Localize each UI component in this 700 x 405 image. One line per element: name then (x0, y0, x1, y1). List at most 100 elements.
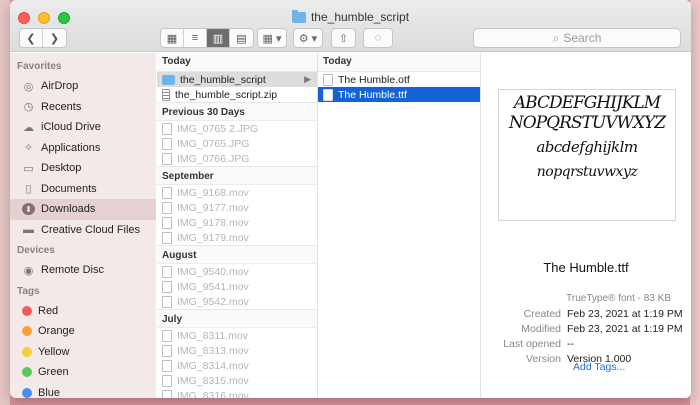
metadata-last-opened: Last opened -- (481, 338, 691, 353)
share-button[interactable]: ⇧ (331, 28, 356, 48)
file-row[interactable]: IMG_9540.mov (157, 264, 317, 279)
window-title: the_humble_script (10, 9, 691, 24)
add-tags-link[interactable]: Add Tags... (573, 361, 625, 373)
sidebar-item[interactable]: ▭ Desktop (10, 158, 156, 179)
metadata-created: Created Feb 23, 2021 at 1:19 PM (481, 308, 691, 323)
file-name: IMG_0765 2.JPG (177, 122, 259, 135)
disc-icon: ◉ (23, 264, 34, 277)
forward-button[interactable]: ❯ (43, 29, 66, 47)
file-name: IMG_9177.mov (177, 201, 249, 214)
metadata-key: Version (525, 353, 561, 365)
metadata-value: -- (567, 338, 574, 350)
sidebar-item[interactable]: ◎ AirDrop (10, 76, 156, 97)
file-row-selected[interactable]: The Humble.ttf (318, 87, 480, 102)
file-name: IMG_8313.mov (177, 344, 249, 357)
group-header-august: August (157, 245, 317, 264)
airdrop-icon: ◎ (23, 80, 34, 93)
sidebar-item[interactable]: ◷ Recents (10, 97, 156, 118)
sidebar-tag[interactable]: Yellow (10, 342, 156, 363)
file-row[interactable]: The Humble.otf (318, 72, 480, 87)
metadata-value: Feb 23, 2021 at 1:19 PM (567, 308, 683, 320)
sidebar-item[interactable]: ⬇ Downloads (10, 199, 156, 220)
file-row[interactable]: IMG_9168.mov (157, 185, 317, 200)
sidebar-tag[interactable]: Orange (10, 321, 156, 342)
search-placeholder: Search (563, 31, 602, 45)
file-row[interactable]: IMG_0765 2.JPG (157, 121, 317, 136)
file-icon (162, 295, 172, 308)
file-row[interactable]: IMG_9542.mov (157, 294, 317, 309)
navigation-buttons: ❮ ❯ (19, 28, 67, 48)
file-icon (162, 201, 172, 214)
column-view-button[interactable]: ▥ (207, 29, 230, 47)
sidebar-item-label: Applications (41, 141, 101, 154)
group-button[interactable]: ▦ ▾ (257, 28, 287, 48)
desktop-icon: ▭ (23, 162, 34, 175)
font-sample-uppercase-2: NOPQRSTUVWXYZ (508, 112, 666, 133)
gallery-view-button[interactable]: ▤ (230, 29, 253, 47)
file-name: IMG_8311.mov (177, 329, 249, 342)
tag-color-dot (22, 305, 32, 316)
file-name: IMG_8316.mov (177, 389, 249, 399)
icon-view-button[interactable]: ▦ (161, 29, 184, 47)
file-row[interactable]: IMG_8315.mov (157, 373, 317, 388)
sidebar-item[interactable]: ☁ iCloud Drive (10, 117, 156, 138)
file-row[interactable]: IMG_8311.mov (157, 328, 317, 343)
sidebar-tag[interactable]: Green (10, 362, 156, 383)
tag-button[interactable]: ◌ (363, 28, 393, 48)
list-view-button[interactable]: ≡ (184, 29, 207, 47)
file-name: IMG_9541.mov (177, 280, 249, 293)
file-icon (162, 137, 172, 150)
file-row[interactable]: IMG_8316.mov (157, 388, 317, 398)
file-row[interactable]: IMG_9178.mov (157, 215, 317, 230)
sidebar-item-label: Documents (41, 182, 97, 195)
applications-icon: ✧ (23, 142, 34, 155)
folder-icon (162, 74, 175, 85)
file-row[interactable]: IMG_0766.JPG (157, 151, 317, 166)
file-row[interactable]: IMG_9177.mov (157, 200, 317, 215)
devices-header: Devices (17, 245, 55, 256)
file-row[interactable]: the_humble_script.zip (157, 87, 317, 102)
file-row[interactable]: IMG_9541.mov (157, 279, 317, 294)
sidebar-tag[interactable]: Blue (10, 383, 156, 398)
desktop-background-right (690, 0, 700, 405)
back-button[interactable]: ❮ (20, 29, 43, 47)
metadata-key: Last opened (503, 338, 561, 350)
file-name: IMG_0765.JPG (177, 137, 250, 150)
window-title-text: the_humble_script (310, 10, 410, 24)
file-name: IMG_8315.mov (177, 374, 249, 387)
font-sample-lowercase-2: nopqrstuvwxyz (536, 164, 638, 181)
file-row[interactable]: IMG_9179.mov (157, 230, 317, 245)
file-icon (162, 374, 172, 387)
search-field[interactable]: ⌕ Search (473, 28, 681, 48)
metadata-key: Modified (521, 323, 561, 335)
sidebar-tag-label: Red (38, 304, 59, 317)
file-row[interactable]: IMG_8314.mov (157, 358, 317, 373)
file-row[interactable]: IMG_8313.mov (157, 343, 317, 358)
file-name: the_humble_script (180, 73, 266, 86)
file-name: IMG_9168.mov (177, 186, 249, 199)
file-icon (162, 186, 172, 199)
metadata-key: Created (523, 308, 561, 320)
file-icon (162, 359, 172, 372)
sidebar-item[interactable]: ✧ Applications (10, 138, 156, 159)
sidebar-item-label: Creative Cloud Files (41, 223, 141, 236)
folder-icon: ▬ (23, 223, 34, 236)
column-the-humble-script: Today The Humble.otf The Humble.ttf (318, 53, 481, 398)
group-header-today: Today (318, 53, 480, 72)
sidebar-item[interactable]: ◉ Remote Disc (10, 260, 156, 281)
sidebar-tag[interactable]: Red (10, 301, 156, 322)
title-bar: the_humble_script ❮ ❯ ▦ ≡ ▥ ▤ ▦ ▾ ⚙ ▾ ⇧ … (10, 0, 691, 52)
download-icon: ⬇ (22, 203, 35, 216)
file-row[interactable]: IMG_0765.JPG (157, 136, 317, 151)
action-button[interactable]: ⚙ ▾ (293, 28, 323, 48)
sidebar-item[interactable]: ▯ Documents (10, 179, 156, 200)
file-icon (162, 216, 172, 229)
file-name: the_humble_script.zip (175, 88, 278, 101)
sidebar-item[interactable]: ▬ Creative Cloud Files (10, 220, 156, 241)
tag-color-dot (22, 346, 32, 357)
file-name: IMG_9542.mov (177, 295, 249, 308)
favorites-header: Favorites (17, 61, 62, 72)
file-name: The Humble.ttf (338, 88, 407, 101)
folder-row[interactable]: the_humble_script ▶ (157, 72, 317, 87)
desktop-background-left (0, 0, 10, 405)
